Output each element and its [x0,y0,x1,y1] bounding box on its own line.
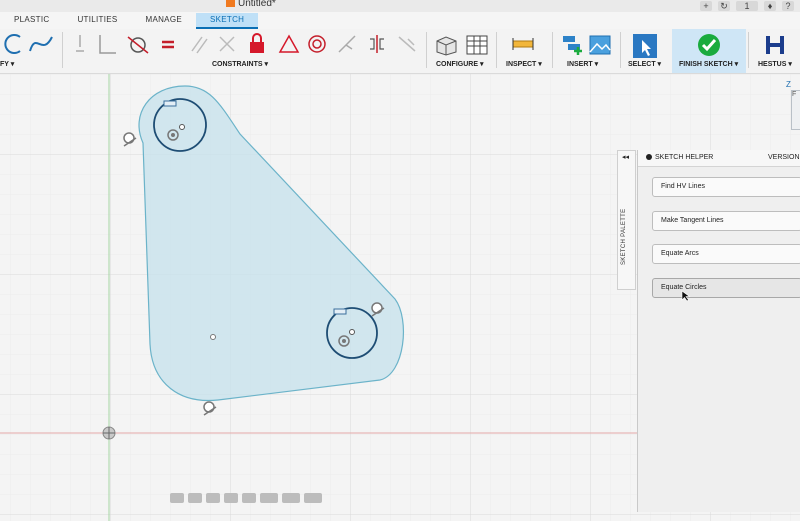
equate-arcs-button[interactable]: Equate Arcs [652,244,800,264]
sketch-point[interactable] [179,124,185,130]
curvature-icon[interactable] [336,33,358,55]
pan-hand-icon[interactable] [206,493,220,503]
help-icon[interactable]: ? [782,1,794,11]
insert-derive-icon[interactable] [560,33,584,57]
concentric-icon[interactable] [306,33,328,55]
parallel-icon[interactable] [188,33,210,55]
title-bar: Untitled* + ↻ 1 ♦ ? [0,0,800,12]
panel-header: SKETCH HELPER VERSION [638,150,800,167]
panel-title: SKETCH HELPER [655,154,714,161]
equal-icon[interactable] [158,33,178,55]
find-hv-lines-button[interactable]: Find HV Lines [652,177,800,197]
document-title: Untitled* [226,0,276,9]
new-tab-icon[interactable]: + [700,1,712,11]
ribbon-separator [748,32,749,68]
look-at-icon[interactable] [188,493,202,503]
collinear-icon[interactable] [96,33,118,55]
ribbon-separator [426,32,427,68]
insert-image-icon[interactable] [588,33,612,57]
collapse-palette-icon[interactable]: ◂◂ [622,153,629,161]
tab-plastic[interactable]: PLASTIC [0,13,63,29]
tab-sketch[interactable]: SKETCH [195,13,259,29]
sketch-point[interactable] [349,329,355,335]
midpoint-triangle-icon[interactable] [278,33,300,55]
orbit-icon[interactable] [170,493,184,503]
sketch-point-center[interactable] [210,334,216,340]
origin-point-icon[interactable] [102,426,116,440]
hestus-group-label[interactable]: HESTUS ▾ [758,60,792,68]
sketch-palette-tab-label: SKETCH PALETTE [621,208,627,265]
fix-lock-icon[interactable] [247,33,267,55]
configure-table-icon[interactable] [464,33,490,57]
panel-dot-icon [646,154,652,160]
viewcube-axis-label: Z [786,80,791,89]
title-bar-controls: + ↻ 1 ♦ ? [700,0,800,12]
center-dot-bottom [342,339,346,343]
mouse-cursor-icon [681,290,691,302]
symmetry-icon[interactable] [366,33,388,55]
measure-icon[interactable] [510,33,536,55]
sketch-helper-panel: SKETCH HELPER VERSION Find HV Lines Make… [637,150,800,512]
finish-sketch-check-icon[interactable] [697,33,721,57]
select-icon[interactable] [632,33,658,59]
ribbon-toolbar: FY ▾ CONSTRAINTS ▾ CONFIGURE ▾ INSPECT ▾… [0,29,800,74]
equate-circles-button[interactable]: Equate Circles [652,278,800,298]
tab-utilities[interactable]: UTILITIES [63,13,131,29]
configure-box-icon[interactable] [434,33,460,57]
offset-curve-icon[interactable] [2,33,24,55]
select-group-label[interactable]: SELECT ▾ [628,60,661,68]
zoom-icon[interactable] [224,493,238,503]
spline-icon[interactable] [28,33,54,55]
grid-settings-icon[interactable] [282,493,300,503]
viewcube-face-label: F [792,91,797,98]
constraint-marker[interactable] [163,100,177,107]
perpendicular-icon[interactable] [216,33,238,55]
ribbon-separator [62,32,63,68]
job-status-icon[interactable]: 1 [736,1,758,11]
center-dot-top [171,133,175,137]
sketch-palette-tab[interactable]: SKETCH PALETTE [617,150,636,290]
tangent-icon[interactable] [126,33,150,55]
navigation-toolbar [170,490,322,506]
hestus-logo-icon[interactable] [764,33,786,57]
document-cube-icon [226,0,235,7]
finish-sketch-label[interactable]: FINISH SKETCH ▾ [679,60,738,68]
viewports-icon[interactable] [304,493,322,503]
sync-icon[interactable]: ↻ [718,1,730,11]
configure-group-label[interactable]: CONFIGURE ▾ [436,60,483,68]
constraints-group-label[interactable]: CONSTRAINTS ▾ [212,60,268,68]
view-cube[interactable]: F [791,90,800,130]
inspect-group-label[interactable]: INSPECT ▾ [506,60,542,68]
display-settings-icon[interactable] [260,493,278,503]
notifications-icon[interactable]: ♦ [764,1,776,11]
make-tangent-lines-button[interactable]: Make Tangent Lines [652,211,800,231]
modify-group-label[interactable]: FY ▾ [0,60,14,68]
ribbon-separator [552,32,553,68]
constraint-marker[interactable] [333,308,347,315]
zoom-window-icon[interactable] [242,493,256,503]
smooth-icon[interactable] [396,33,418,55]
insert-group-label[interactable]: INSERT ▾ [567,60,598,68]
workspace-tabs: PLASTIC UTILITIES MANAGE SKETCH [0,13,259,29]
ribbon-separator [620,32,621,68]
ribbon-separator [496,32,497,68]
coincident-icon[interactable] [70,33,90,55]
version-label: VERSION [768,154,800,161]
tab-manage[interactable]: MANAGE [132,13,196,29]
